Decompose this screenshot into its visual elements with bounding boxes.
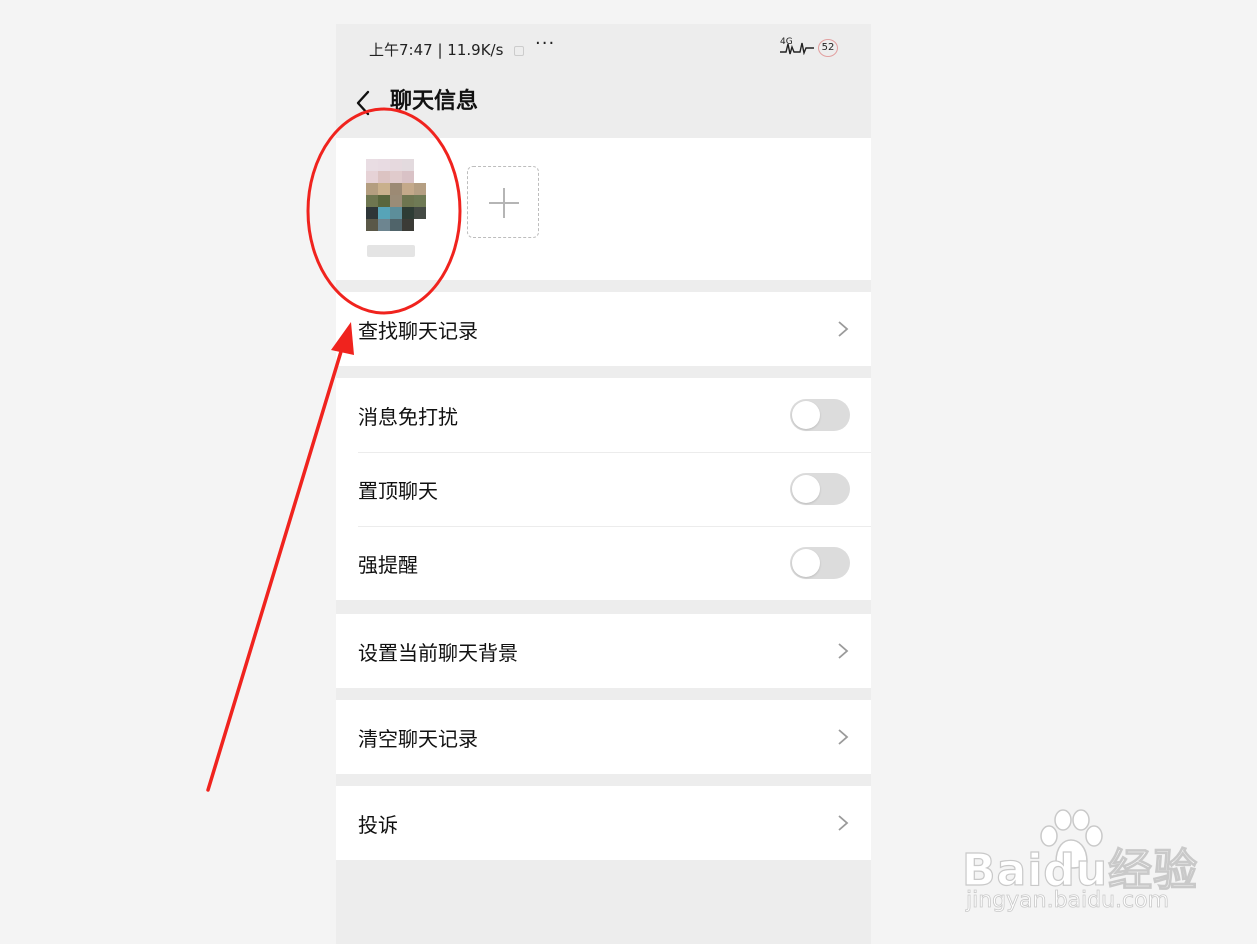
avatar-pixel bbox=[414, 159, 426, 171]
status-time: 上午7:47 bbox=[369, 41, 433, 59]
toggle-knob bbox=[792, 401, 820, 429]
mute-label: 消息免打扰 bbox=[358, 404, 458, 429]
member-name-blurred bbox=[367, 245, 415, 257]
avatar-pixel bbox=[390, 207, 402, 219]
battery-icon: 52 bbox=[818, 39, 838, 57]
chevron-right-icon bbox=[838, 729, 849, 745]
status-network-speed: 11.9K/s bbox=[447, 41, 504, 59]
avatar-pixel bbox=[378, 219, 390, 231]
background-section: 设置当前聊天背景 bbox=[336, 614, 871, 688]
back-arrow-icon[interactable] bbox=[354, 84, 378, 120]
status-bar: 上午7:47 | 11.9K/s ··· 4G 52 bbox=[336, 24, 871, 72]
avatar-pixel bbox=[402, 219, 414, 231]
add-member-button[interactable] bbox=[467, 166, 539, 238]
avatar-pixel bbox=[402, 195, 414, 207]
report-label: 投诉 bbox=[358, 812, 398, 837]
report-section: 投诉 bbox=[336, 786, 871, 860]
avatar-pixel bbox=[378, 207, 390, 219]
strong-remind-row: 强提醒 bbox=[336, 526, 871, 600]
avatar-pixel bbox=[354, 219, 366, 231]
search-history-label: 查找聊天记录 bbox=[358, 318, 478, 343]
avatar-pixel bbox=[378, 159, 390, 171]
chevron-right-icon bbox=[838, 321, 849, 337]
avatar-pixel bbox=[354, 159, 366, 171]
mute-row: 消息免打扰 bbox=[336, 378, 871, 452]
notification-icon bbox=[514, 45, 525, 56]
mute-toggle[interactable] bbox=[790, 399, 850, 431]
avatar-pixel bbox=[378, 183, 390, 195]
avatar-pixel bbox=[354, 207, 366, 219]
search-section: 查找聊天记录 bbox=[336, 292, 871, 366]
avatar-pixel bbox=[354, 195, 366, 207]
avatar-pixel bbox=[414, 207, 426, 219]
signal-icon: 4G bbox=[780, 38, 814, 55]
avatar-pixel bbox=[402, 207, 414, 219]
strong-remind-toggle[interactable] bbox=[790, 547, 850, 579]
avatar-pixel bbox=[366, 207, 378, 219]
clear-history-row[interactable]: 清空聊天记录 bbox=[336, 700, 871, 774]
annotation-arrow-line bbox=[206, 343, 345, 792]
clear-section: 清空聊天记录 bbox=[336, 700, 871, 774]
avatar-pixel bbox=[366, 183, 378, 195]
member-avatar[interactable] bbox=[354, 159, 426, 231]
toggles-section: 消息免打扰 置顶聊天 强提醒 bbox=[336, 378, 871, 600]
clear-history-label: 清空聊天记录 bbox=[358, 726, 478, 751]
nav-bar: 聊天信息 bbox=[336, 76, 871, 136]
members-section bbox=[336, 138, 871, 280]
avatar-pixel bbox=[402, 171, 414, 183]
pin-toggle[interactable] bbox=[790, 473, 850, 505]
strong-remind-label: 强提醒 bbox=[358, 552, 418, 577]
watermark-url: jingyan.baidu.com bbox=[966, 888, 1170, 914]
avatar-pixel bbox=[390, 195, 402, 207]
avatar-pixel bbox=[390, 183, 402, 195]
avatar-pixel bbox=[366, 195, 378, 207]
status-divider: | bbox=[437, 41, 448, 59]
avatar-pixel bbox=[414, 219, 426, 231]
pin-row: 置顶聊天 bbox=[336, 452, 871, 526]
chevron-right-icon bbox=[838, 643, 849, 659]
avatar-pixel bbox=[390, 171, 402, 183]
pin-label: 置顶聊天 bbox=[358, 478, 438, 503]
avatar-pixel bbox=[390, 219, 402, 231]
avatar-pixel bbox=[390, 159, 402, 171]
avatar-pixel bbox=[414, 171, 426, 183]
page-title: 聊天信息 bbox=[390, 89, 479, 114]
avatar-pixel bbox=[366, 219, 378, 231]
toggle-knob bbox=[792, 549, 820, 577]
chevron-right-icon bbox=[838, 815, 849, 831]
search-history-row[interactable]: 查找聊天记录 bbox=[336, 292, 871, 366]
avatar-pixel bbox=[354, 183, 366, 195]
avatar-pixel bbox=[414, 183, 426, 195]
chat-background-row[interactable]: 设置当前聊天背景 bbox=[336, 614, 871, 688]
chat-background-label: 设置当前聊天背景 bbox=[358, 640, 518, 665]
phone-screen: 上午7:47 | 11.9K/s ··· 4G 52 聊天信息 查找聊天记录 消… bbox=[336, 24, 871, 944]
avatar-pixel bbox=[366, 159, 378, 171]
member-item[interactable] bbox=[354, 159, 428, 257]
toggle-knob bbox=[792, 475, 820, 503]
avatar-pixel bbox=[402, 183, 414, 195]
status-more-icon: ··· bbox=[535, 33, 556, 54]
report-row[interactable]: 投诉 bbox=[336, 786, 871, 860]
baidu-watermark: Baidu经验 jingyan.baidu.com bbox=[961, 808, 1198, 918]
avatar-pixel bbox=[402, 159, 414, 171]
avatar-pixel bbox=[354, 171, 366, 183]
plus-icon bbox=[489, 188, 519, 218]
avatar-pixel bbox=[414, 195, 426, 207]
avatar-pixel bbox=[378, 171, 390, 183]
status-left: 上午7:47 | 11.9K/s bbox=[369, 39, 525, 60]
avatar-pixel bbox=[378, 195, 390, 207]
avatar-pixel bbox=[366, 171, 378, 183]
